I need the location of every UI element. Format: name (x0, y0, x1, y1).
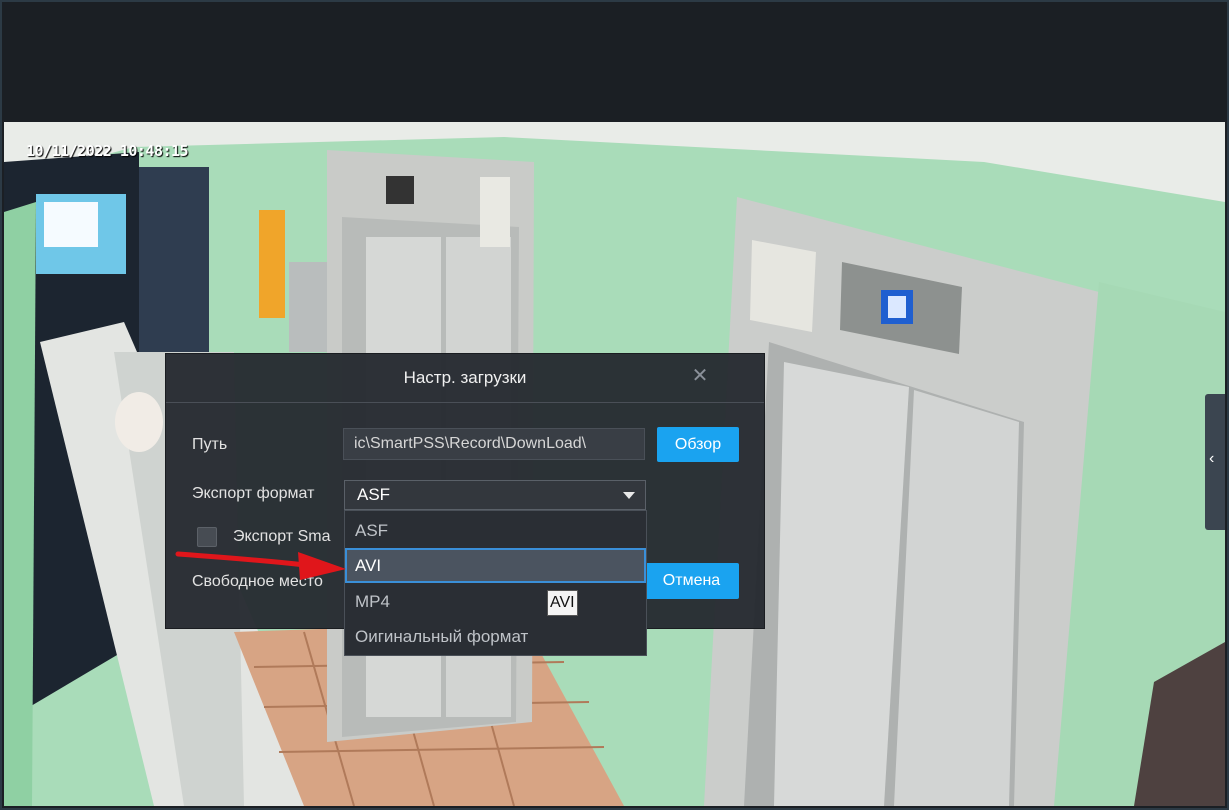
path-label: Путь (192, 436, 228, 453)
export-format-select[interactable]: ASF (344, 480, 646, 510)
hover-tooltip: AVI (547, 590, 578, 616)
video-timestamp: 10/11/2022 10:48:15 (26, 142, 189, 160)
close-icon[interactable]: ✕ (690, 366, 710, 386)
export-format-value: ASF (357, 485, 391, 504)
side-panel-toggle[interactable]: ‹ (1205, 394, 1225, 530)
format-option-avi[interactable]: AVI (345, 548, 646, 583)
export-format-label: Экспорт формат (192, 485, 315, 502)
format-option-original[interactable]: Оигинальный формат (345, 619, 646, 654)
cancel-button[interactable]: Отмена (644, 563, 739, 599)
dropdown-arrow-icon (623, 492, 635, 499)
export-checkbox-label: Экспорт Sma (233, 528, 331, 545)
export-checkbox[interactable] (197, 527, 217, 547)
path-field[interactable]: ic\SmartPSS\Record\DownLoad\ (343, 428, 645, 460)
dialog-title: Настр. загрузки (403, 368, 527, 387)
dialog-header: Настр. загрузки ✕ (166, 354, 764, 403)
format-option-asf[interactable]: ASF (345, 513, 646, 548)
free-space-label: Свободное место (192, 573, 323, 590)
browse-button[interactable]: Обзор (657, 427, 739, 462)
format-option-mp4[interactable]: MP4 (345, 584, 646, 619)
top-toolbar-area (4, 2, 1225, 122)
format-dropdown-list: ASF AVI MP4 Оигинальный формат (344, 510, 647, 656)
chevron-left-icon: ‹ (1209, 450, 1215, 467)
